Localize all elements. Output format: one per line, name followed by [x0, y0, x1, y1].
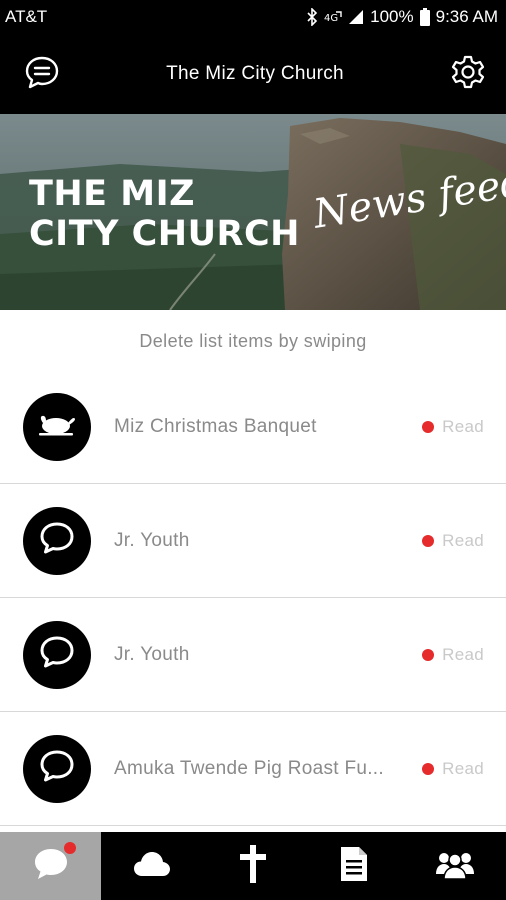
banner-title: THE MIZ CITY CHURCH: [29, 174, 300, 254]
chat-bubble-icon: [24, 54, 60, 95]
chat-bubble-icon: [39, 635, 75, 674]
status-bar: AT&T 4G 100% 9:36 AM: [0, 0, 506, 34]
list-item[interactable]: Miz Christmas Banquet Read: [0, 370, 506, 484]
unread-dot: [422, 534, 435, 547]
svg-text:4G: 4G: [324, 13, 338, 24]
avatar: [23, 620, 91, 689]
read-status: Read: [422, 417, 484, 437]
turkey-icon: [38, 411, 76, 442]
unread-dot: [422, 762, 435, 775]
group-icon: [435, 849, 475, 884]
banner-title-line2: CITY CHURCH: [29, 214, 300, 254]
read-label: Read: [442, 416, 484, 436]
chat-bubble-icon: [32, 847, 70, 886]
status-icons: 4G 100% 9:36 AM: [306, 7, 498, 27]
list-item-title: Miz Christmas Banquet: [114, 415, 317, 437]
tab-news-feed[interactable]: [0, 832, 102, 900]
unread-dot: [422, 648, 435, 661]
app-bar: The Miz City Church: [0, 34, 506, 114]
read-status: Read: [422, 531, 484, 551]
gear-icon: [450, 54, 486, 95]
bluetooth-icon: [306, 8, 318, 26]
avatar: [23, 392, 91, 461]
tab-faith[interactable]: [202, 832, 303, 900]
read-label: Read: [442, 644, 484, 664]
battery-icon: [419, 8, 430, 26]
avatar: [23, 734, 91, 803]
signal-icon: [348, 9, 364, 25]
wifi-calling-icon: 4G: [324, 8, 342, 26]
swipe-hint: Delete list items by swiping: [139, 330, 367, 351]
list-item-title: Amuka Twende Pig Roast Fu...: [114, 757, 384, 779]
tab-documents[interactable]: [304, 832, 405, 900]
clock: 9:36 AM: [435, 7, 498, 26]
notification-badge: [64, 842, 76, 854]
list-item[interactable]: Amuka Twende Pig Roast Fu... Read: [0, 712, 506, 826]
battery-percent: 100%: [370, 7, 414, 26]
read-label: Read: [442, 758, 484, 778]
banner-title-line1: THE MIZ: [29, 174, 195, 214]
unread-dot: [422, 420, 435, 433]
app-title: The Miz City Church: [166, 63, 344, 84]
carrier-label: AT&T: [5, 7, 48, 26]
read-status: Read: [422, 759, 484, 779]
list-item[interactable]: Jr. Youth Read: [0, 484, 506, 598]
tab-cloud[interactable]: [101, 832, 202, 900]
document-icon: [340, 846, 368, 887]
news-feed-list: Miz Christmas Banquet Read Jr. Youth Rea…: [0, 370, 506, 826]
tab-community[interactable]: [405, 832, 506, 900]
list-item-title: Jr. Youth: [114, 529, 190, 551]
list-item[interactable]: Jr. Youth Read: [0, 598, 506, 712]
bottom-tab-bar: [0, 832, 506, 900]
header-banner: THE MIZ CITY CHURCH News feed: [0, 114, 506, 310]
cloud-icon: [133, 851, 171, 882]
messages-button[interactable]: [22, 54, 62, 94]
cross-icon: [240, 844, 266, 888]
read-label: Read: [442, 530, 484, 550]
avatar: [23, 506, 91, 575]
read-status: Read: [422, 645, 484, 665]
chat-bubble-icon: [39, 749, 75, 788]
list-item-title: Jr. Youth: [114, 643, 190, 665]
settings-button[interactable]: [448, 54, 488, 94]
chat-bubble-icon: [39, 521, 75, 560]
